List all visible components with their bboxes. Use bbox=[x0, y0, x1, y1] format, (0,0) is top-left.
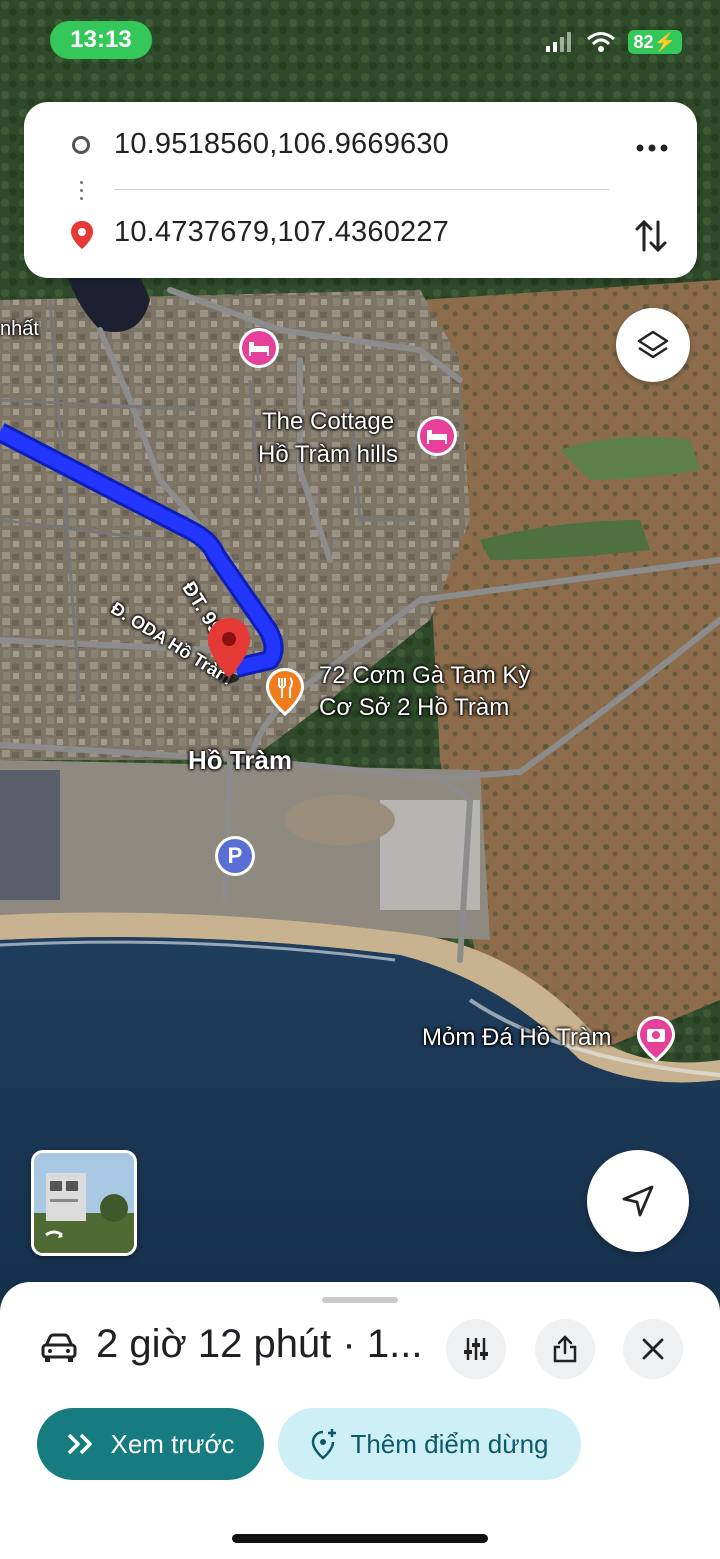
map-label-restaurant-line1: 72 Cơm Gà Tam Kỳ bbox=[319, 662, 531, 689]
map-label-restaurant-line2: Cơ Sở 2 Hồ Tràm bbox=[319, 694, 510, 721]
battery-value: 82 bbox=[633, 32, 654, 52]
close-icon bbox=[642, 1338, 664, 1360]
car-icon bbox=[41, 1333, 77, 1362]
home-indicator[interactable] bbox=[232, 1534, 488, 1543]
map-label-nhat: nhất bbox=[0, 318, 39, 340]
add-stop-button[interactable]: Thêm điểm dừng bbox=[278, 1408, 581, 1480]
map-label-mom-da: Mỏm Đá Hồ Tràm bbox=[422, 1024, 612, 1051]
route-dots-icon bbox=[80, 176, 84, 205]
origin-circle-icon bbox=[72, 136, 90, 154]
status-time: 13:13 bbox=[50, 21, 152, 59]
preview-button[interactable]: Xem trước bbox=[37, 1408, 264, 1480]
viewpoint-pin[interactable] bbox=[633, 1014, 679, 1069]
directions-bottom-sheet: 2 giờ 12 phút · 1... Xem trước Thêm điểm… bbox=[0, 1282, 720, 1559]
navigate-button[interactable] bbox=[587, 1150, 689, 1252]
add-location-icon bbox=[312, 1429, 337, 1460]
cellular-signal-icon bbox=[545, 32, 571, 52]
double-chevron-icon bbox=[68, 1433, 93, 1455]
card-divider bbox=[114, 189, 609, 190]
battery-level: 82⚡ bbox=[627, 30, 682, 54]
destination-pin[interactable] bbox=[206, 616, 252, 689]
more-options-button[interactable] bbox=[629, 128, 675, 168]
more-horizontal-icon bbox=[636, 144, 668, 152]
status-icons: 82⚡ bbox=[545, 30, 682, 54]
layers-button[interactable] bbox=[616, 308, 690, 382]
share-button[interactable] bbox=[535, 1319, 595, 1379]
navigate-arrow-icon bbox=[622, 1185, 654, 1217]
sheet-drag-handle[interactable] bbox=[322, 1297, 398, 1303]
map-label-cottage-line1: The Cottage bbox=[262, 408, 395, 435]
route-card: 10.9518560,106.9669630 10.4737679,107.43… bbox=[24, 102, 697, 278]
restaurant-pin[interactable] bbox=[263, 666, 307, 723]
parking-label: P bbox=[218, 839, 252, 873]
hotel-pin[interactable] bbox=[237, 326, 281, 381]
layers-icon bbox=[637, 330, 669, 359]
wifi-icon bbox=[586, 32, 615, 52]
parking-pin[interactable]: P bbox=[215, 836, 255, 876]
route-options-button[interactable] bbox=[446, 1319, 506, 1379]
swap-route-button[interactable] bbox=[629, 214, 673, 258]
hotel-pin-cottage[interactable] bbox=[415, 414, 459, 469]
origin-input[interactable]: 10.9518560,106.9669630 bbox=[114, 128, 449, 161]
add-stop-label: Thêm điểm dừng bbox=[350, 1428, 549, 1459]
street-view-image bbox=[34, 1153, 134, 1253]
swap-vertical-icon bbox=[635, 219, 667, 253]
preview-label: Xem trước bbox=[110, 1428, 235, 1459]
street-view-thumbnail[interactable] bbox=[31, 1150, 137, 1256]
map-label-area: Hồ Tràm bbox=[188, 745, 293, 775]
tune-icon bbox=[464, 1338, 488, 1360]
close-button[interactable] bbox=[623, 1319, 683, 1379]
route-summary[interactable]: 2 giờ 12 phút · 1... bbox=[96, 1322, 422, 1367]
share-icon bbox=[553, 1335, 577, 1363]
map-label-cottage-line2: Hồ Tràm hills bbox=[258, 441, 399, 468]
destination-pin-icon bbox=[71, 221, 93, 249]
charging-icon: ⚡ bbox=[653, 32, 676, 52]
destination-input[interactable]: 10.4737679,107.4360227 bbox=[114, 216, 449, 249]
